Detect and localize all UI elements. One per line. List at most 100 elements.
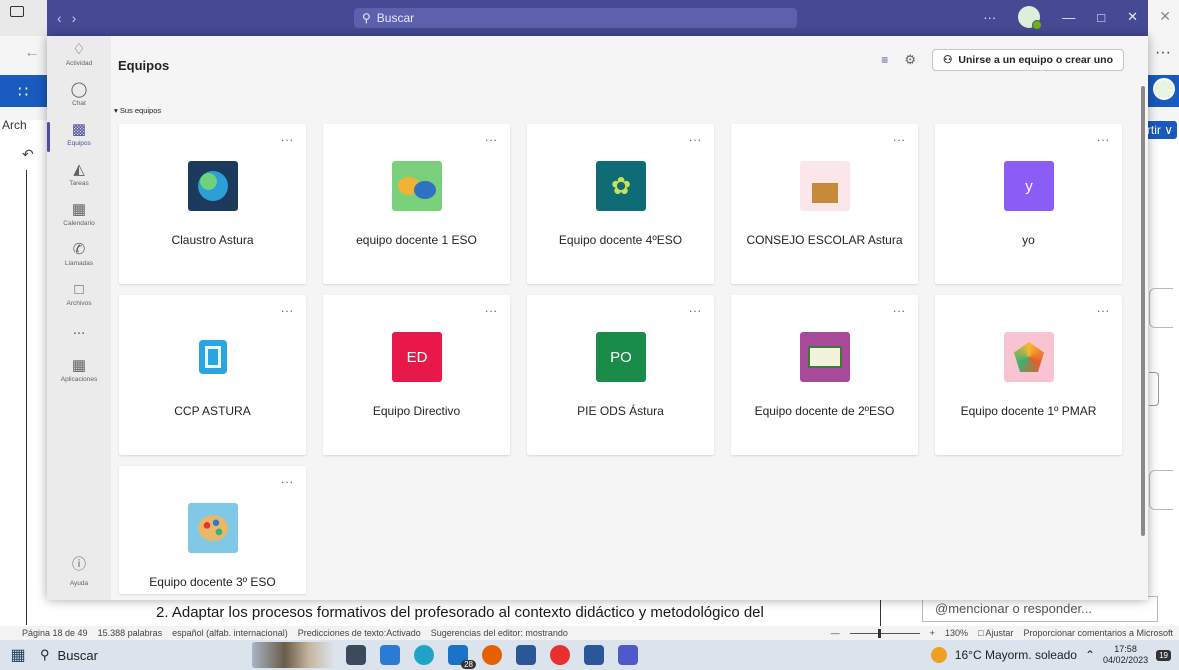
app-launcher-icon[interactable]: ∷: [18, 82, 28, 102]
teams-search-input[interactable]: ⚲ Buscar: [354, 8, 797, 28]
team-card[interactable]: ... CONSEJO ESCOLAR Astura: [731, 124, 918, 284]
page-border: [26, 170, 27, 625]
team-card[interactable]: ... equipo docente 1 ESO: [323, 124, 510, 284]
clock-time: 17:58: [1114, 644, 1137, 654]
app-rail: ♢ Actividad ◯ Chat ▩ Equipos ◭ Tareas ▦ Calen…: [47, 36, 111, 600]
comment-box[interactable]: [1149, 372, 1159, 406]
rail-item-chat[interactable]: ◯ Chat: [47, 81, 111, 108]
tray-chevron-icon[interactable]: ⌃: [1085, 648, 1095, 662]
teams-taskbar-icon[interactable]: [618, 645, 638, 665]
team-card[interactable]: ... CCP ASTURA: [119, 295, 306, 455]
team-card[interactable]: ... Equipo docente 3º ESO: [119, 466, 306, 594]
notification-count[interactable]: 19: [1156, 649, 1171, 661]
team-name: Equipo Directivo: [372, 404, 461, 418]
nav-arrows-icon[interactable]: ‹›: [57, 10, 86, 26]
share-label: rtir: [1146, 123, 1161, 137]
zoom-level[interactable]: 130%: [945, 628, 968, 638]
team-card[interactable]: ... Claustro Astura: [119, 124, 306, 284]
rail-item-tasks[interactable]: ◭ Tareas: [47, 162, 111, 188]
feedback-link[interactable]: Proporcionar comentarios a Microsoft: [1023, 628, 1173, 638]
avatar[interactable]: [1018, 6, 1043, 30]
filter-icon[interactable]: ≡: [881, 53, 888, 67]
maximize-icon[interactable]: □: [1097, 10, 1105, 25]
team-card[interactable]: ... Equipo docente de 2ºESO: [731, 295, 918, 455]
rail-item-more[interactable]: ...: [47, 322, 111, 338]
comment-box[interactable]: [1149, 288, 1173, 328]
rail-item-calls[interactable]: ✆ Llamadas: [47, 242, 111, 268]
rail-item-apps[interactable]: ▦ Aplicaciones: [47, 358, 111, 384]
status-editor[interactable]: Sugerencias del editor: mostrando: [431, 628, 568, 638]
clock-date: 04/02/2023: [1103, 655, 1149, 665]
rail-item-help[interactable]: ⓘ Ayuda: [47, 554, 111, 588]
zoom-out-button[interactable]: —: [831, 628, 840, 638]
status-words[interactable]: 15.388 palabras: [98, 628, 163, 638]
more-icon[interactable]: ...: [485, 130, 498, 144]
help-icon: ⓘ: [72, 556, 86, 572]
join-team-button[interactable]: ⚇ Unirse a un equipo o crear uno: [931, 49, 1124, 71]
firefox-icon[interactable]: [482, 645, 502, 665]
team-card[interactable]: ... PO PIE ODS Ástura: [527, 295, 714, 455]
rail-item-activity[interactable]: ♢ Actividad: [47, 41, 111, 68]
scrollbar[interactable]: [1141, 86, 1145, 536]
more-icon[interactable]: ...: [281, 301, 294, 315]
search-highlight-image[interactable]: [252, 642, 334, 668]
comment-box[interactable]: [1149, 470, 1173, 510]
chat-icon: ◯: [70, 81, 88, 98]
status-language[interactable]: español (alfab. internacional): [172, 628, 288, 638]
close-icon[interactable]: ✕: [1159, 8, 1171, 25]
task-view-icon[interactable]: [346, 645, 366, 665]
team-card[interactable]: ... ED Equipo Directivo: [323, 295, 510, 455]
team-card[interactable]: ... y yo: [935, 124, 1122, 284]
fit-button[interactable]: □ Ajustar: [978, 628, 1013, 638]
status-predictions[interactable]: Predicciones de texto:Activado: [298, 628, 421, 638]
more-icon[interactable]: ...: [281, 472, 294, 486]
mail-icon[interactable]: 28: [448, 645, 476, 669]
zoom-thumb[interactable]: [877, 628, 881, 638]
rail-label: Archivos: [66, 300, 92, 307]
rail-item-calendar[interactable]: ▦ Calendario: [47, 202, 111, 228]
desktop-icon[interactable]: [380, 645, 400, 665]
zoom-slider[interactable]: [849, 628, 920, 638]
more-icon[interactable]: ...: [689, 301, 702, 315]
status-page[interactable]: Página 18 de 49: [22, 628, 88, 638]
more-icon[interactable]: ...: [893, 301, 906, 315]
clock[interactable]: 17:58 04/02/2023: [1103, 644, 1148, 666]
rail-item-teams[interactable]: ▩ Equipos: [47, 122, 111, 152]
more-icon[interactable]: ...: [1097, 130, 1110, 144]
document-text[interactable]: 2. Adaptar los procesos formativos del p…: [156, 604, 764, 621]
rail-label: Tareas: [69, 180, 89, 187]
zoom-in-button[interactable]: +: [930, 628, 935, 638]
more-icon[interactable]: ...: [689, 130, 702, 144]
laurel-icon: ✿: [596, 161, 646, 211]
people-add-icon: ⚇: [942, 54, 953, 66]
gear-icon[interactable]: ⚙: [904, 52, 916, 68]
more-icon[interactable]: ...: [485, 301, 498, 315]
back-arrow-icon[interactable]: ←: [24, 44, 40, 62]
section-your-teams[interactable]: ▾ Sus equipos: [114, 106, 161, 115]
bell-icon: ♢: [72, 41, 86, 58]
word-menu-archivo[interactable]: Arch: [2, 118, 27, 132]
minimize-icon[interactable]: —: [1062, 10, 1075, 25]
join-team-label: Unirse a un equipo o crear uno: [958, 54, 1113, 66]
more-icon[interactable]: ...: [281, 130, 294, 144]
taskbar-search[interactable]: ⚲ Buscar: [36, 647, 226, 663]
close-icon[interactable]: ✕: [1127, 9, 1138, 25]
edge-icon[interactable]: [414, 645, 434, 665]
team-card[interactable]: ... Equipo docente 1º PMAR: [935, 295, 1122, 455]
opera-icon[interactable]: [550, 645, 570, 665]
more-options-icon[interactable]: ···: [983, 10, 996, 25]
start-button[interactable]: ▦: [0, 645, 36, 665]
more-icon[interactable]: ···: [1155, 44, 1171, 62]
team-card[interactable]: ... ✿ Equipo docente 4ºESO: [527, 124, 714, 284]
weather-icon[interactable]: [930, 647, 947, 663]
word-icon[interactable]: [584, 645, 604, 665]
store-icon[interactable]: [516, 645, 536, 665]
more-icon[interactable]: ...: [1097, 301, 1110, 315]
more-icon[interactable]: ...: [893, 130, 906, 144]
taskbar-search-label: Buscar: [57, 647, 98, 663]
status-right: — + 130% □ Ajustar Proporcionar comentar…: [831, 626, 1173, 640]
weather-text[interactable]: 16°C Mayorm. soleado: [955, 648, 1077, 662]
rail-item-files[interactable]: □ Archivos: [47, 282, 111, 308]
avatar[interactable]: [1153, 78, 1175, 100]
undo-icon[interactable]: ↶: [22, 146, 34, 163]
